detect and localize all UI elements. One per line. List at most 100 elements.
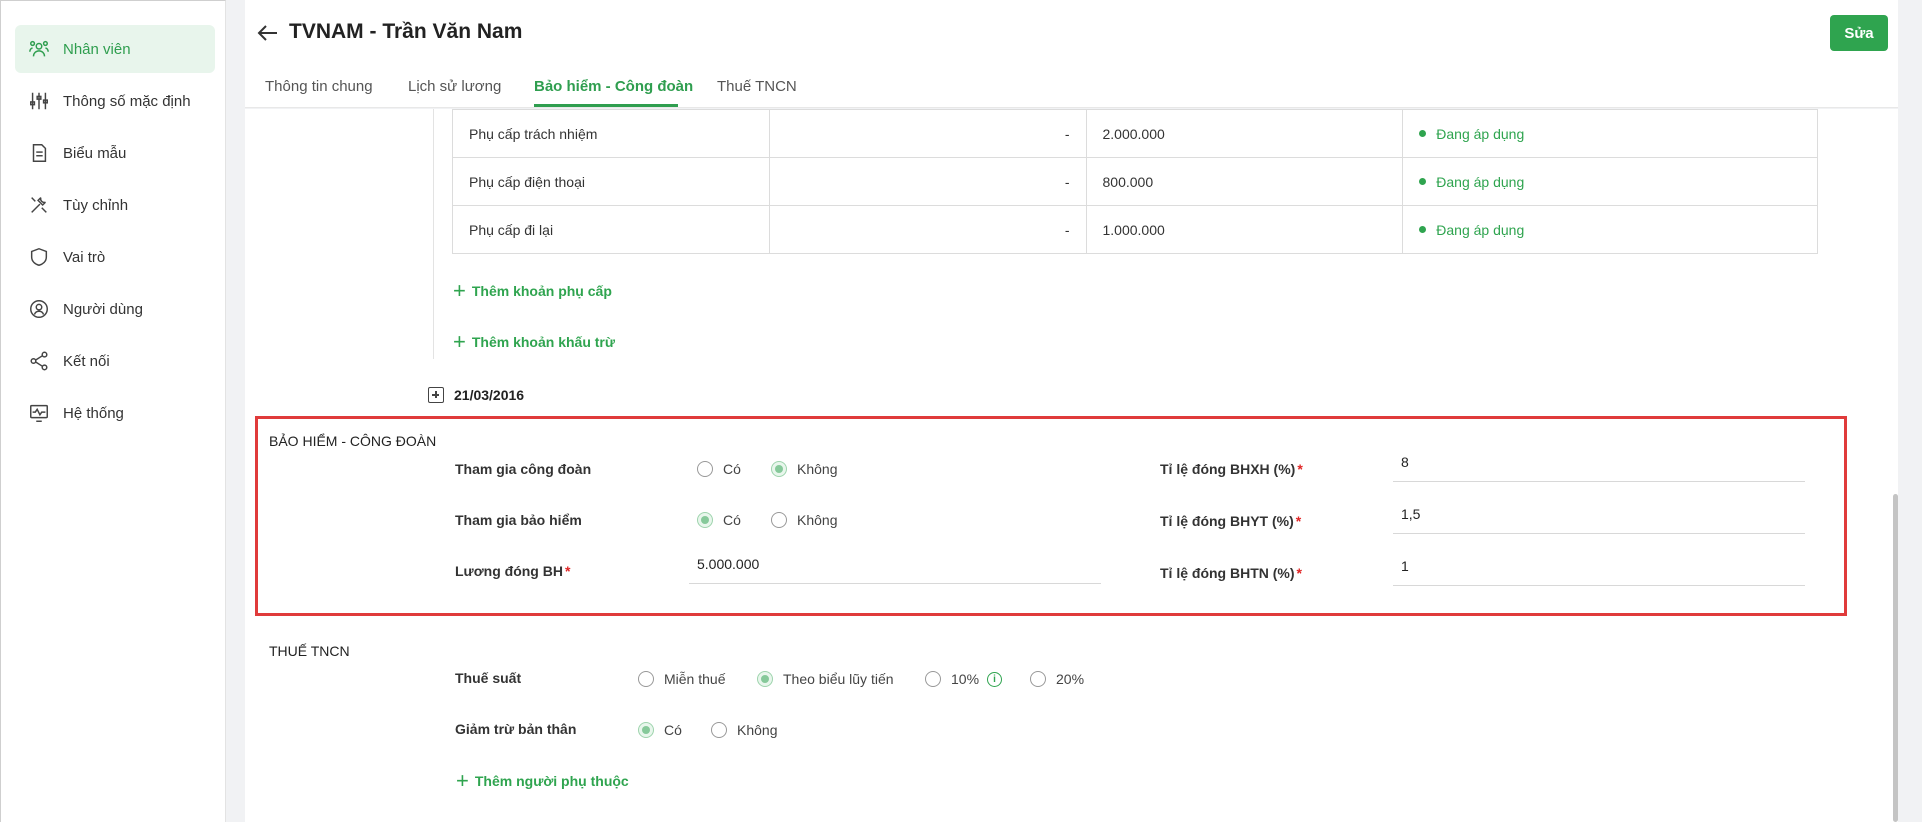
history-date: 21/03/2016: [454, 387, 525, 403]
union-label: Tham gia công đoàn: [455, 461, 592, 477]
sidebar-item-roles[interactable]: Vai trò: [15, 233, 215, 281]
self-deduction-yes-radio[interactable]: Có: [638, 722, 682, 738]
bhtn-rate-input[interactable]: 1: [1393, 546, 1805, 586]
sidebar-item-label: Tùy chỉnh: [63, 196, 129, 214]
tax-20-radio[interactable]: 20%: [1030, 671, 1084, 687]
page-title: TVNAM - Trần Văn Nam: [289, 20, 523, 43]
sidebar-item-label: Biểu mẫu: [63, 144, 127, 162]
bhyt-rate-label: Tỉ lệ đóng BHYT (%) *: [1160, 513, 1301, 529]
scrollbar[interactable]: [1893, 494, 1898, 822]
status-text: Đang áp dụng: [1436, 221, 1525, 238]
bhyt-rate-input[interactable]: 1,5: [1393, 494, 1805, 534]
tax-10-radio[interactable]: 10% i: [925, 671, 1003, 687]
tax-section-title: THUẾ TNCN: [269, 643, 350, 659]
sidebar-item-label: Thông số mặc định: [63, 92, 191, 110]
allowance-status: Đang áp dụng: [1402, 109, 1818, 158]
active-tab-indicator: [534, 104, 678, 107]
history-date-row[interactable]: 21/03/2016: [428, 387, 524, 403]
bhxh-rate-input[interactable]: 8: [1393, 442, 1805, 482]
allowance-amount: 1.000.000: [1085, 205, 1404, 254]
self-deduction-label: Giảm trừ bản thân: [455, 721, 577, 737]
radio-label: 10%: [951, 671, 980, 687]
union-yes-radio[interactable]: Có: [697, 461, 741, 477]
edit-button[interactable]: Sửa: [1830, 15, 1888, 51]
allowance-name: Phụ cấp trách nhiệm: [452, 109, 770, 158]
label-text: Tỉ lệ đóng BHTN (%): [1160, 565, 1295, 581]
insurance-label: Tham gia bảo hiểm: [455, 512, 582, 528]
sliders-icon: [27, 89, 51, 113]
plus-icon: +: [453, 329, 466, 354]
radio-label: Miễn thuế: [664, 671, 726, 687]
allowance-value: -: [768, 205, 1087, 254]
tab-personal-income-tax[interactable]: Thuế TNCN: [717, 78, 797, 95]
radio-label: Theo biểu lũy tiến: [783, 671, 894, 687]
allowance-amount: 800.000: [1085, 157, 1404, 206]
allowance-amount: 2.000.000: [1085, 109, 1404, 158]
timeline-line: [433, 109, 434, 359]
tax-exempt-radio[interactable]: Miễn thuế: [638, 671, 725, 687]
radio-label: Không: [797, 512, 838, 528]
radio-label: 20%: [1056, 671, 1085, 687]
sidebar-item-users[interactable]: Người dùng: [15, 285, 215, 333]
user-circle-icon: [27, 297, 51, 321]
insurance-yes-radio[interactable]: Có: [697, 512, 741, 528]
sidebar-item-system[interactable]: Hệ thống: [15, 389, 215, 437]
info-icon[interactable]: i: [987, 671, 1003, 687]
label-text: Tỉ lệ đóng BHYT (%): [1160, 513, 1294, 529]
status-text: Đang áp dụng: [1436, 125, 1525, 142]
allowance-name: Phụ cấp đi lại: [452, 205, 770, 254]
bhtn-rate-label: Tỉ lệ đóng BHTN (%) *: [1160, 565, 1302, 581]
allowance-value: -: [768, 109, 1087, 158]
add-allowance-label: Thêm khoản phụ cấp: [471, 283, 612, 299]
add-dependent-link[interactable]: + Thêm người phụ thuộc: [456, 770, 629, 792]
sidebar-item-connections[interactable]: Kết nối: [15, 337, 215, 385]
required-mark: *: [1296, 565, 1302, 581]
label-text: Tỉ lệ đóng BHXH (%): [1160, 461, 1296, 477]
tab-general-info[interactable]: Thông tin chung: [265, 78, 373, 95]
document-icon: [27, 141, 51, 165]
add-deduction-label: Thêm khoản khấu trừ: [471, 334, 616, 350]
add-allowance-link[interactable]: + Thêm khoản phụ cấp: [453, 280, 612, 302]
sidebar-item-label: Nhân viên: [63, 40, 131, 58]
sidebar-item-label: Hệ thống: [63, 404, 124, 422]
tax-rate-label: Thuế suất: [455, 670, 522, 686]
allowance-status: Đang áp dụng: [1402, 205, 1818, 254]
sidebar-item-label: Người dùng: [63, 300, 143, 318]
label-text: Lương đóng BH: [455, 563, 563, 579]
allowance-table: Phụ cấp trách nhiệm - 2.000.000 Đang áp …: [452, 109, 1818, 254]
table-row: Phụ cấp đi lại - 1.000.000 Đang áp dụng: [452, 205, 1818, 254]
sidebar: Nhân viên Thông số mặc định Biểu mẫu Tùy…: [0, 0, 226, 822]
required-mark: *: [1297, 461, 1303, 477]
monitor-icon: [27, 401, 51, 425]
insurance-no-radio[interactable]: Không: [771, 512, 837, 528]
status-text: Đang áp dụng: [1436, 173, 1525, 190]
self-deduction-no-radio[interactable]: Không: [711, 722, 777, 738]
plus-icon: +: [453, 278, 466, 303]
tab-salary-history[interactable]: Lịch sử lương: [408, 78, 501, 95]
union-no-radio[interactable]: Không: [771, 461, 837, 477]
tax-progressive-radio[interactable]: Theo biểu lũy tiến: [757, 671, 894, 687]
tab-insurance-union[interactable]: Bảo hiểm - Công đoàn: [534, 78, 693, 95]
sidebar-item-customize[interactable]: Tùy chỉnh: [15, 181, 215, 229]
allowance-status: Đang áp dụng: [1402, 157, 1818, 206]
status-dot-icon: [1419, 178, 1427, 185]
sidebar-item-forms[interactable]: Biểu mẫu: [15, 129, 215, 177]
insurance-salary-input[interactable]: 5.000.000: [689, 544, 1101, 584]
users-icon: [27, 37, 51, 61]
tools-icon: [27, 193, 51, 217]
sidebar-item-label: Kết nối: [63, 352, 110, 370]
add-deduction-link[interactable]: + Thêm khoản khấu trừ: [453, 331, 615, 353]
status-dot-icon: [1419, 130, 1427, 137]
table-row: Phụ cấp trách nhiệm - 2.000.000 Đang áp …: [452, 109, 1818, 158]
required-mark: *: [1295, 513, 1302, 529]
sidebar-item-employees[interactable]: Nhân viên: [15, 25, 215, 73]
back-button[interactable]: [253, 20, 283, 46]
allowance-value: -: [768, 157, 1087, 206]
bhxh-rate-label: Tỉ lệ đóng BHXH (%) *: [1160, 461, 1303, 477]
sidebar-item-default-params[interactable]: Thông số mặc định: [15, 77, 215, 125]
table-row: Phụ cấp điện thoại - 800.000 Đang áp dụn…: [452, 157, 1818, 206]
add-dependent-label: Thêm người phụ thuộc: [474, 773, 629, 789]
insurance-salary-label: Lương đóng BH *: [455, 563, 570, 579]
required-mark: *: [564, 563, 571, 579]
expand-icon[interactable]: [428, 387, 444, 403]
